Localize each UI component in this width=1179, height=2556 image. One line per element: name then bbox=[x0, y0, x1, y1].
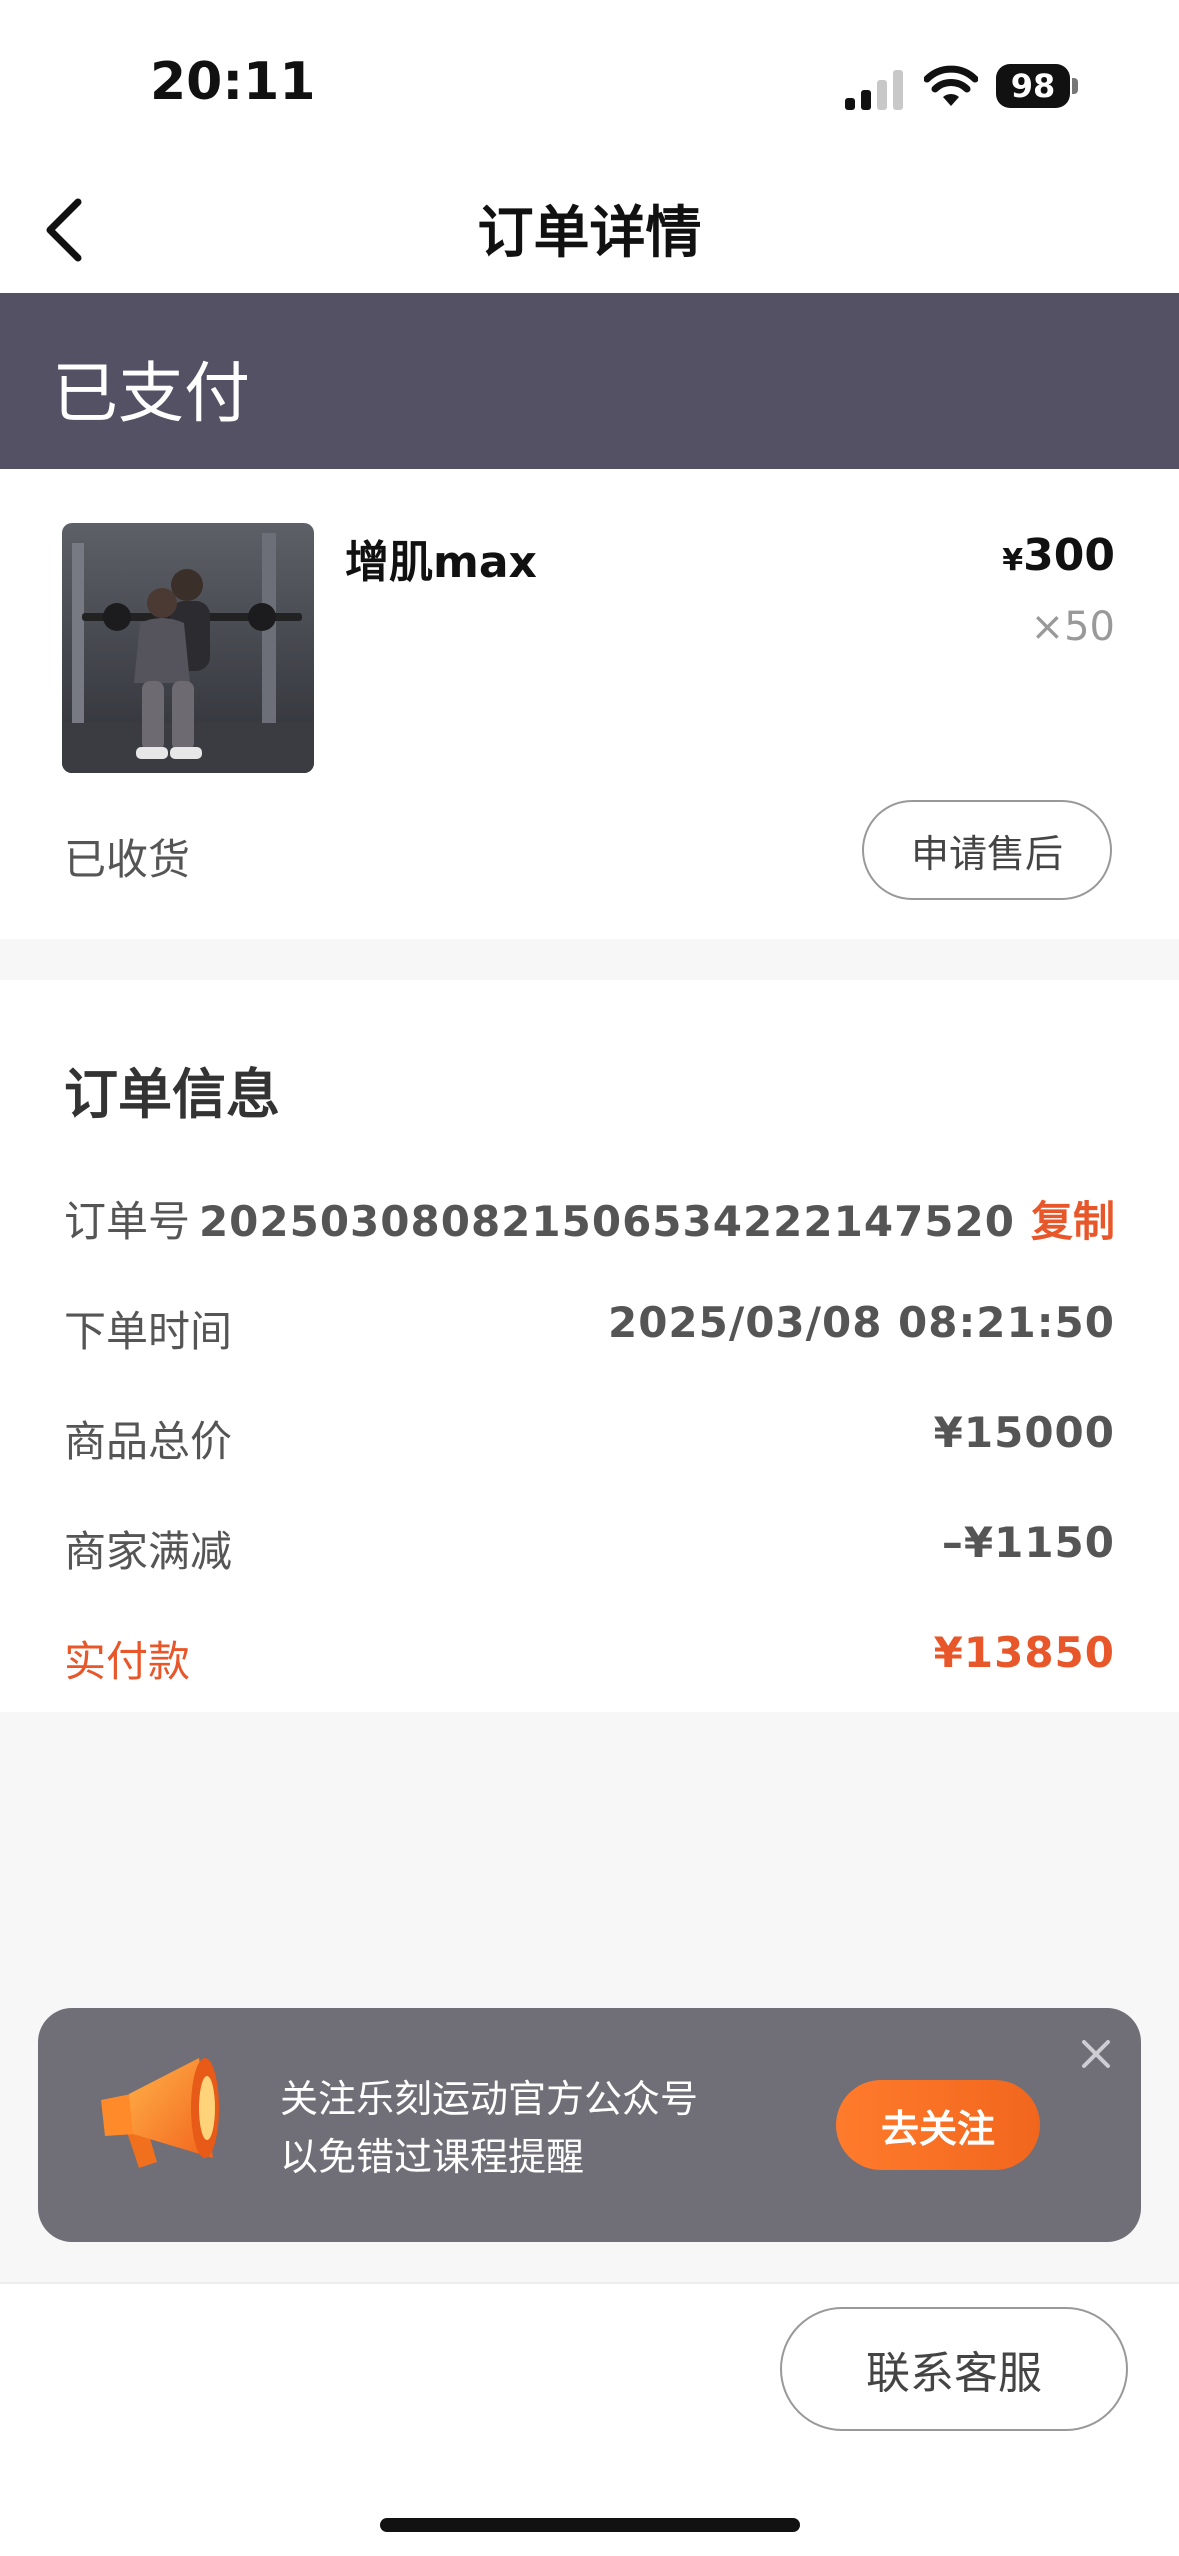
follow-button[interactable]: 去关注 bbox=[836, 2080, 1040, 2170]
after-sale-button[interactable]: 申请售后 bbox=[862, 800, 1112, 900]
product-image[interactable] bbox=[62, 523, 314, 773]
discount-value: –¥1150 bbox=[941, 1518, 1115, 1567]
product-price: ¥300 bbox=[1002, 530, 1115, 581]
megaphone-icon bbox=[101, 2058, 219, 2168]
page-title: 订单详情 bbox=[477, 201, 702, 266]
order-status-text: 已支付 bbox=[52, 355, 250, 432]
delivery-status: 已收货 bbox=[64, 835, 191, 884]
wifi-icon bbox=[924, 65, 978, 106]
battery-icon: 98 bbox=[996, 64, 1078, 110]
close-icon[interactable] bbox=[1076, 2034, 1116, 2074]
banner-line-2: 以免错过课程提醒 bbox=[280, 2135, 585, 2179]
order-number-value: 20250308082150653422214752​0 复制 bbox=[199, 1188, 1115, 1249]
total-price-label: 商品总价 bbox=[64, 1417, 233, 1466]
total-price-value: ¥15000 bbox=[933, 1408, 1115, 1457]
price-amount: 300 bbox=[1023, 530, 1115, 581]
home-indicator[interactable] bbox=[380, 2518, 800, 2532]
amount-paid-label: 实付款 bbox=[64, 1637, 191, 1686]
banner-message: 关注乐刻运动官方公众号 以免错过课程提醒 bbox=[280, 2070, 698, 2186]
contact-support-button[interactable]: 联系客服 bbox=[780, 2307, 1128, 2431]
order-number: 20250308082150653422214752​0 bbox=[198, 1197, 1015, 1246]
order-number-label: 订单号 bbox=[64, 1197, 191, 1246]
battery-level: 98 bbox=[996, 64, 1070, 108]
cellular-signal-icon bbox=[845, 70, 903, 110]
product-name[interactable]: 增肌max bbox=[345, 526, 537, 590]
banner-line-1: 关注乐刻运动官方公众号 bbox=[280, 2077, 699, 2121]
product-quantity: ×50 bbox=[1030, 604, 1115, 650]
currency-symbol: ¥ bbox=[1002, 543, 1024, 578]
amount-paid-value: ¥13850 bbox=[933, 1628, 1115, 1677]
order-time-label: 下单时间 bbox=[64, 1307, 233, 1356]
copy-button[interactable]: 复制 bbox=[1031, 1197, 1115, 1246]
order-time-value: 2025/03/08 08:21:50 bbox=[607, 1298, 1115, 1347]
discount-label: 商家满减 bbox=[64, 1527, 233, 1576]
status-time: 20:11 bbox=[150, 52, 316, 112]
order-info-title: 订单信息 bbox=[64, 1063, 280, 1126]
